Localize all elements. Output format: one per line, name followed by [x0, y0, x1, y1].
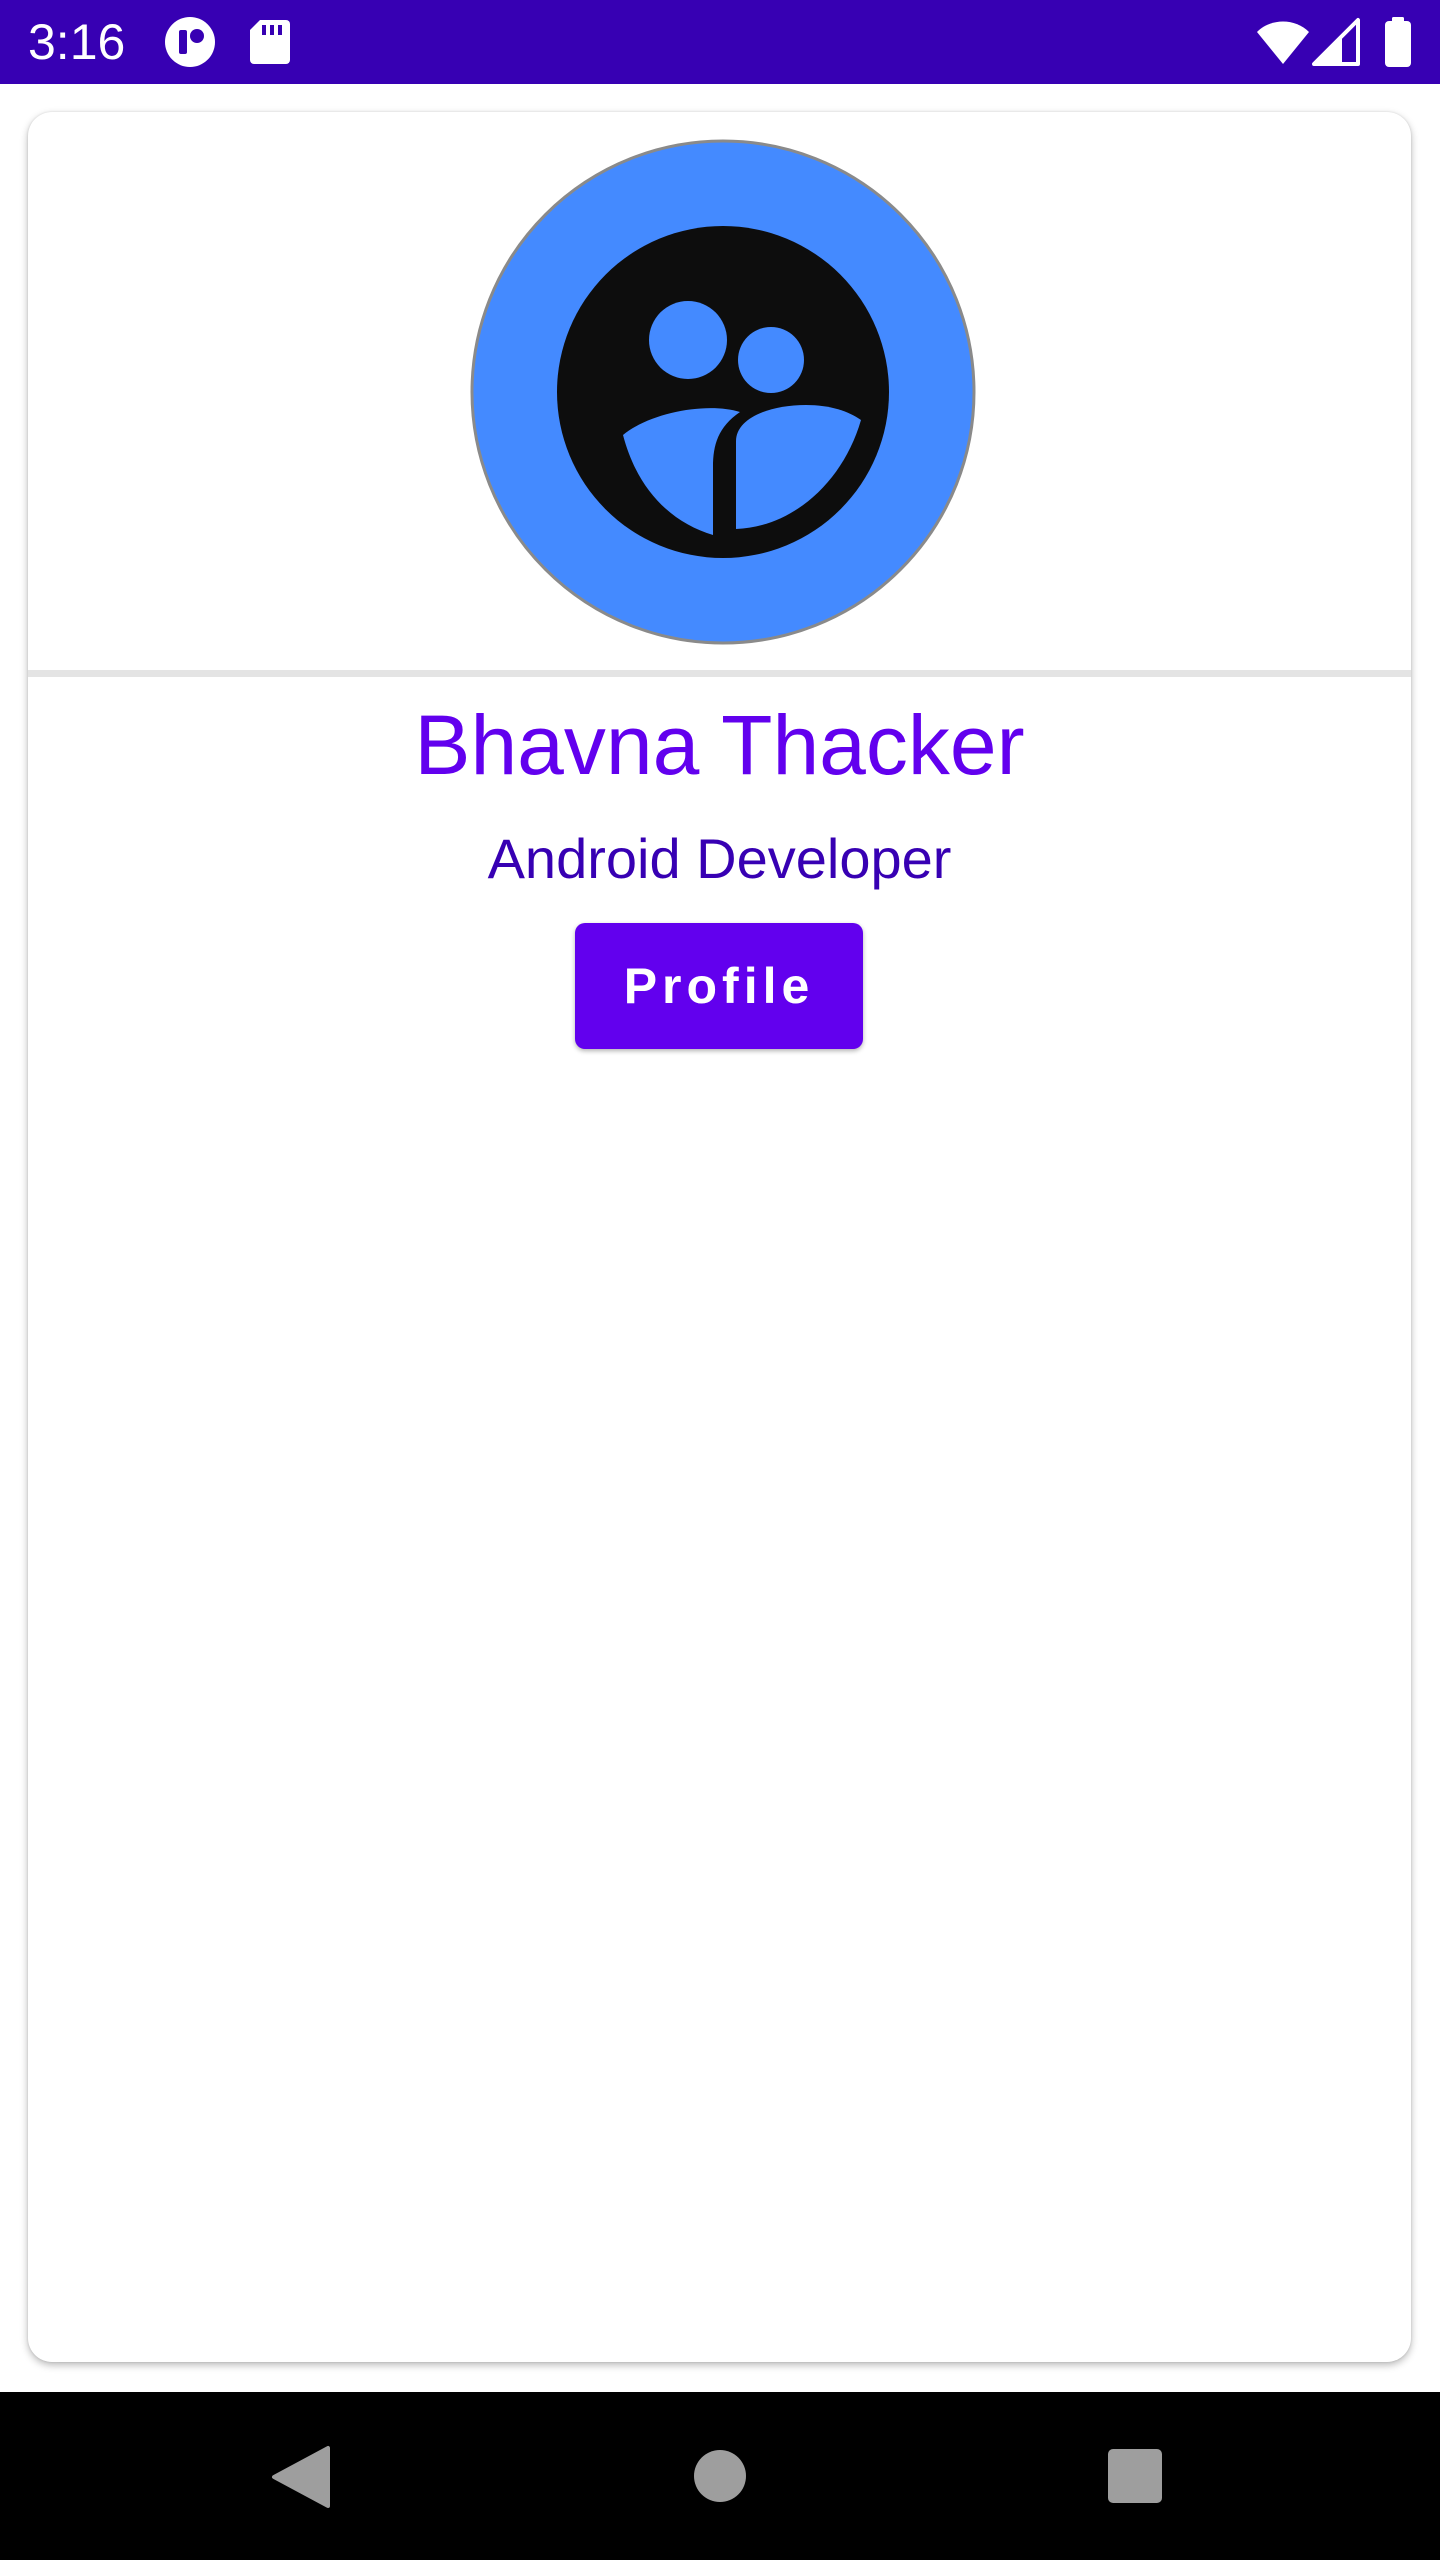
status-time: 3:16	[28, 14, 126, 70]
avatar	[468, 137, 978, 647]
wifi-icon	[1257, 21, 1309, 64]
profile-button[interactable]: Profile	[575, 923, 863, 1049]
battery-icon	[1385, 17, 1411, 67]
profile-card: Bhavna Thacker Android Developer Profile	[28, 112, 1411, 2362]
back-icon[interactable]	[260, 2436, 340, 2516]
group-avatar-icon	[470, 139, 976, 645]
divider	[28, 670, 1411, 677]
status-bar: 3:16	[0, 0, 1440, 84]
profile-name: Bhavna Thacker	[414, 698, 1025, 792]
cellular-signal-icon	[1312, 18, 1360, 66]
profile-role: Android Developer	[487, 827, 952, 890]
recents-icon[interactable]	[1095, 2436, 1175, 2516]
sd-card-icon	[250, 20, 290, 64]
navigation-bar	[0, 2392, 1440, 2560]
notification-app-icon	[165, 17, 215, 67]
home-icon[interactable]	[680, 2436, 760, 2516]
